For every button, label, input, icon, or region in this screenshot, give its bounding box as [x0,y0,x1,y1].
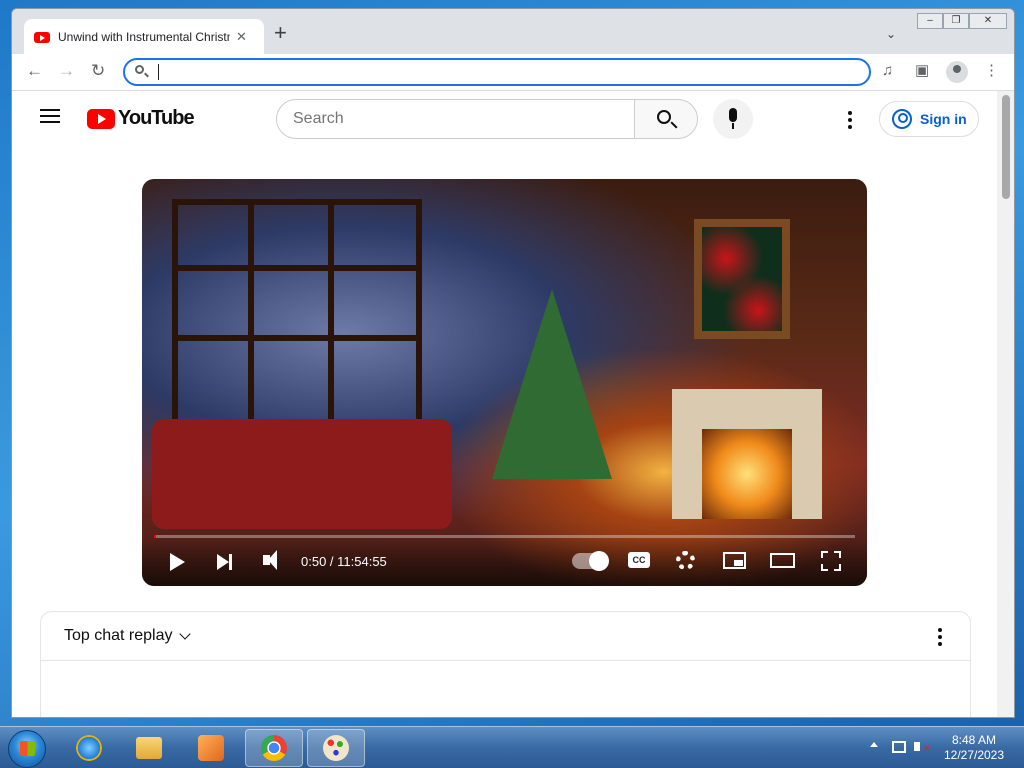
fullscreen-icon[interactable] [821,551,841,571]
sign-in-label: Sign in [920,111,967,127]
taskbar: 8:48 AM 12/27/2023 [0,726,1024,768]
address-input[interactable] [155,62,855,82]
internet-explorer-task[interactable] [60,729,118,767]
reload-icon[interactable]: ↻ [91,61,105,81]
minimize-window-button[interactable]: – [917,13,943,29]
chrome-icon [261,735,287,761]
clock-time: 8:48 AM [951,733,997,747]
media-player-icon [198,735,224,761]
microphone-icon [729,108,737,122]
scrollbar-thumb[interactable] [1002,95,1010,199]
tab-strip: Unwind with Instrumental Christmas ✕ + ⌄… [12,9,1014,55]
show-hidden-icons-icon[interactable] [870,742,878,747]
side-panel-icon[interactable]: ▣ [915,62,929,80]
volume-icon[interactable] [263,550,277,570]
account-icon [892,109,912,129]
system-clock[interactable]: 8:48 AM 12/27/2023 [938,733,1010,763]
chrome-task[interactable] [245,729,303,767]
youtube-play-logo-icon [87,108,115,129]
guide-menu-icon[interactable] [40,109,60,123]
youtube-page: YouTube Sign in [12,91,997,717]
browser-toolbar: ← → ↻ ♫ ▣ ⋮ [12,54,1014,91]
next-icon[interactable] [217,554,232,570]
browser-tab[interactable]: Unwind with Instrumental Christmas ✕ [24,19,264,55]
browser-window: Unwind with Instrumental Christmas ✕ + ⌄… [11,8,1015,718]
youtube-wordmark: YouTube [118,107,195,129]
close-tab-icon[interactable]: ✕ [236,29,247,45]
paint-palette-icon [323,735,349,761]
media-player-task[interactable] [182,729,240,767]
time-display: 0:50 / 11:54:55 [301,554,387,569]
autoplay-toggle-icon[interactable] [572,551,609,571]
folder-icon [136,737,162,759]
chat-mode-dropdown[interactable]: Top chat replay [64,627,173,645]
tab-search-icon[interactable]: ⌄ [886,27,896,41]
player-controls: 0:50 / 11:54:55 CC [142,538,867,586]
video-scene-fireplace [672,389,822,519]
chat-header: Top chat replay [41,612,970,661]
youtube-search-input[interactable] [293,109,623,129]
close-window-button[interactable]: ✕ [969,13,1007,29]
media-controls-icon[interactable]: ♫ [882,62,893,80]
chat-replay-panel: Top chat replay [40,611,971,717]
youtube-search-button[interactable] [634,99,698,139]
network-icon[interactable] [892,741,906,753]
forward-arrow-icon[interactable]: → [58,61,75,81]
sign-in-button[interactable]: Sign in [879,101,979,137]
settings-more-icon[interactable] [848,111,852,129]
back-arrow-icon[interactable]: ← [26,61,43,81]
page-scrollbar[interactable] [997,91,1014,717]
text-caret [158,64,159,80]
youtube-search-box[interactable] [276,99,635,139]
video-player[interactable]: 0:50 / 11:54:55 CC [142,179,867,586]
theater-icon[interactable] [770,553,795,568]
profile-avatar-icon[interactable] [946,61,968,83]
file-explorer-task[interactable] [120,729,178,767]
paint-task[interactable] [307,729,365,767]
voice-search-button[interactable] [713,99,753,139]
settings-icon[interactable] [676,551,695,570]
search-icon [135,65,144,74]
clock-date: 12/27/2023 [943,748,1005,762]
miniplayer-icon[interactable] [723,552,746,569]
volume-muted-icon[interactable] [914,742,931,754]
browser-menu-icon[interactable]: ⋮ [984,62,999,80]
search-icon [657,110,671,124]
start-button[interactable] [8,730,46,768]
youtube-logo[interactable]: YouTube [87,107,195,130]
restore-window-button[interactable]: ❐ [943,13,969,29]
video-scene-window [172,199,422,429]
chevron-down-icon[interactable] [179,628,191,640]
video-scene-christmas-tree [492,289,612,479]
youtube-favicon-icon [34,31,50,43]
internet-explorer-icon [76,735,102,761]
address-bar[interactable] [123,58,871,86]
cc-icon[interactable]: CC [628,552,650,568]
new-tab-button[interactable]: + [274,22,287,44]
play-icon[interactable] [170,553,185,571]
chat-more-icon[interactable] [938,628,942,649]
tab-title: Unwind with Instrumental Christmas [58,30,230,44]
video-scene-sofa [152,419,452,529]
video-scene-painting [694,219,790,339]
